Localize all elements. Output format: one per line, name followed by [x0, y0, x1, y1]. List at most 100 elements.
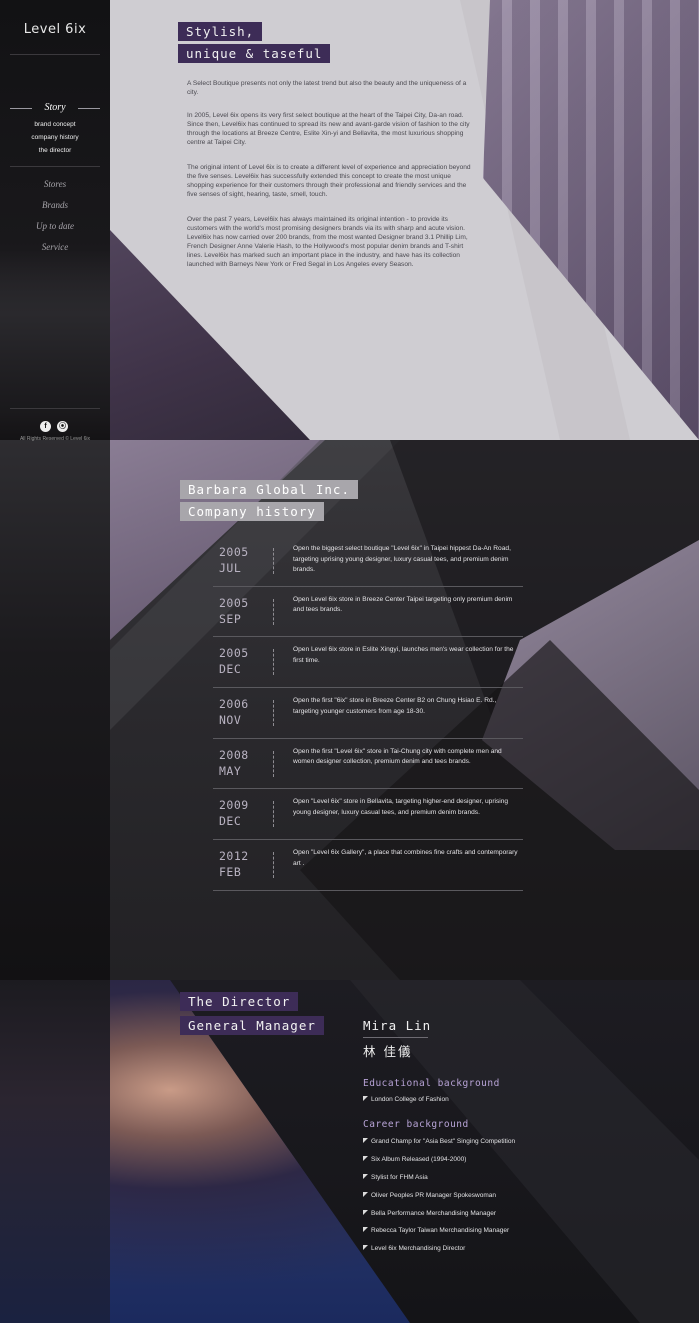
timeline-year: 2012 — [219, 849, 249, 864]
timeline-entry: 2009 DEC Open "Level 6ix" store in Bellavi… — [213, 789, 523, 841]
timeline-month: DEC — [219, 662, 242, 677]
career-heading: Career background — [363, 1119, 469, 1130]
timeline-entry: 2005 SEP Open Level 6ix store in Breeze Ce… — [213, 587, 523, 638]
nav-the-director[interactable]: the director — [0, 147, 110, 154]
nav-up-to-date[interactable]: Up to date — [0, 221, 110, 231]
list-item: Six Album Released (1994-2000) — [363, 1155, 515, 1173]
divider — [363, 1037, 428, 1038]
timeline-month: JUL — [219, 561, 242, 575]
timeline-year: 2005 — [219, 646, 249, 661]
timeline-year: 2005 — [219, 545, 249, 559]
timeline-year: 2008 — [219, 747, 249, 762]
divider — [10, 408, 100, 409]
timeline-date: 2005 JUL — [219, 544, 267, 576]
brand-concept-section: Stylish, unique & taseful A Select Bouti… — [110, 0, 699, 440]
list-item-text: Stylist for FHM Asia — [371, 1173, 428, 1181]
timeline-text: Open "Level 6ix" store in Bellavita, tar… — [293, 798, 509, 816]
nav-stores[interactable]: Stores — [0, 179, 110, 189]
nav-brand-concept[interactable]: brand concept — [0, 121, 110, 128]
sidebar-background-photo — [0, 250, 110, 410]
timeline-text: Open "Level 6ix Gallery", a place that c… — [293, 849, 518, 867]
list-item-text: Grand Champ for "Asia Best" Singing Comp… — [371, 1138, 516, 1145]
story-paragraph: A Select Boutique presents not only the … — [187, 80, 467, 96]
history-timeline: 2005 JUL Open the biggest select boutique … — [213, 536, 523, 891]
director-section: The Director General Manager Mira Lin 林 … — [0, 980, 699, 1323]
section-title-line2: General Manager — [180, 1016, 324, 1035]
dashed-separator — [273, 700, 274, 727]
list-item: Level 6ix Merchandising Director — [363, 1244, 515, 1262]
list-item: Rebecca Taylor Taiwan Merchandising Mana… — [363, 1226, 515, 1244]
story-paragraph: The original intent of Level 6ix is to c… — [187, 164, 471, 198]
dashed-separator — [273, 750, 274, 777]
education-list: London College of Fashion — [363, 1095, 449, 1113]
timeline-year: 2006 — [219, 697, 249, 712]
timeline-date: 2005 SEP — [219, 595, 267, 627]
list-item-text: Level 6ix Merchandising Director — [371, 1245, 466, 1253]
flag-bullet-icon — [363, 1138, 368, 1143]
section-title-line2: unique & taseful — [178, 44, 331, 63]
education-heading: Educational background — [363, 1078, 500, 1089]
facebook-icon[interactable]: f — [40, 421, 51, 432]
logo[interactable]: Level 6ix — [0, 22, 110, 37]
director-name: Mira Lin — [363, 1018, 432, 1033]
nav-company-history[interactable]: company history — [0, 134, 110, 141]
nav-service[interactable]: Service — [0, 242, 110, 252]
timeline-text: Open Level 6ix store in Breeze Center Ta… — [293, 595, 513, 614]
timeline-text: Open Level 6ix store in Eslite Xingyi, l… — [293, 646, 514, 664]
timeline-entry: 2005 JUL Open the biggest select boutique … — [213, 536, 523, 587]
director-photo-edge — [0, 980, 110, 1323]
dashed-separator — [273, 598, 274, 625]
timeline-text: Open the biggest select boutique "Level … — [293, 545, 511, 573]
social-links: f ⦿ — [40, 421, 68, 432]
timeline-text: Open the first "6ix" store in Breeze Cen… — [293, 697, 497, 715]
section-title-line1: Barbara Global Inc. — [180, 480, 358, 499]
timeline-date: 2006 NOV — [219, 696, 267, 728]
dashed-separator — [273, 801, 274, 828]
timeline-month: SEP — [219, 611, 242, 626]
timeline-entry: 2008 MAY Open the first "Level 6ix" store … — [213, 739, 523, 790]
section-title-line2: Company history — [180, 502, 324, 521]
timeline-month: FEB — [219, 865, 242, 880]
divider — [10, 54, 100, 55]
timeline-text: Open the first "Level 6ix" store in Tai-… — [293, 747, 502, 766]
divider — [10, 166, 100, 167]
timeline-month: MAY — [219, 763, 242, 778]
list-item-text: Bella Performance Merchandising Manager — [371, 1209, 497, 1217]
flag-bullet-icon — [363, 1245, 368, 1251]
flag-bullet-icon — [363, 1191, 368, 1197]
list-item: Bella Performance Merchandising Manager — [363, 1209, 515, 1227]
flag-bullet-icon — [363, 1173, 368, 1179]
flag-bullet-icon — [363, 1209, 368, 1215]
timeline-entry: 2012 FEB Open "Level 6ix Gallery", a place… — [213, 840, 523, 891]
story-paragraph: Over the past 7 years, Level6ix has alwa… — [187, 216, 468, 268]
timeline-entry: 2006 NOV Open the first "6ix" store in Bre… — [213, 688, 523, 739]
timeline-year: 2005 — [219, 595, 249, 610]
timeline-date: 2009 DEC — [219, 797, 267, 829]
company-history-section: Barbara Global Inc. Company history 2005… — [110, 440, 699, 980]
copyright: All Rights Reserved © Level 6ix — [19, 436, 91, 442]
dashed-separator — [273, 649, 274, 676]
director-name-chinese: 林 佳儀 — [363, 1044, 413, 1059]
section-title-line1: Stylish, — [178, 22, 263, 41]
rss-icon[interactable]: ⦿ — [57, 421, 68, 432]
dashed-separator — [273, 852, 274, 879]
timeline-date: 2008 MAY — [219, 747, 267, 779]
section-title-line1: The Director — [180, 992, 299, 1011]
list-item-text: Oliver Peoples PR Manager Spokeswoman — [371, 1191, 497, 1199]
flag-bullet-icon — [363, 1155, 368, 1161]
list-item: Stylist for FHM Asia — [363, 1173, 515, 1191]
list-item-text: London College of Fashion — [371, 1096, 449, 1103]
timeline-month: NOV — [219, 713, 242, 728]
flag-bullet-icon — [363, 1096, 368, 1101]
timeline-date: 2012 FEB — [219, 848, 267, 880]
timeline-date: 2005 DEC — [219, 645, 267, 677]
nav-story[interactable]: Story — [0, 102, 110, 113]
list-item: Oliver Peoples PR Manager Spokeswoman — [363, 1191, 515, 1209]
dashed-separator — [273, 548, 274, 574]
timeline-month: DEC — [219, 814, 242, 829]
timeline-entry: 2005 DEC Open Level 6ix store in Eslite Xi… — [213, 637, 523, 689]
nav-brands[interactable]: Brands — [0, 200, 110, 210]
timeline-year: 2009 — [219, 798, 249, 813]
list-item-text: Six Album Released (1994-2000) — [371, 1155, 467, 1163]
career-list: Grand Champ for "Asia Best" Singing Comp… — [363, 1137, 515, 1262]
